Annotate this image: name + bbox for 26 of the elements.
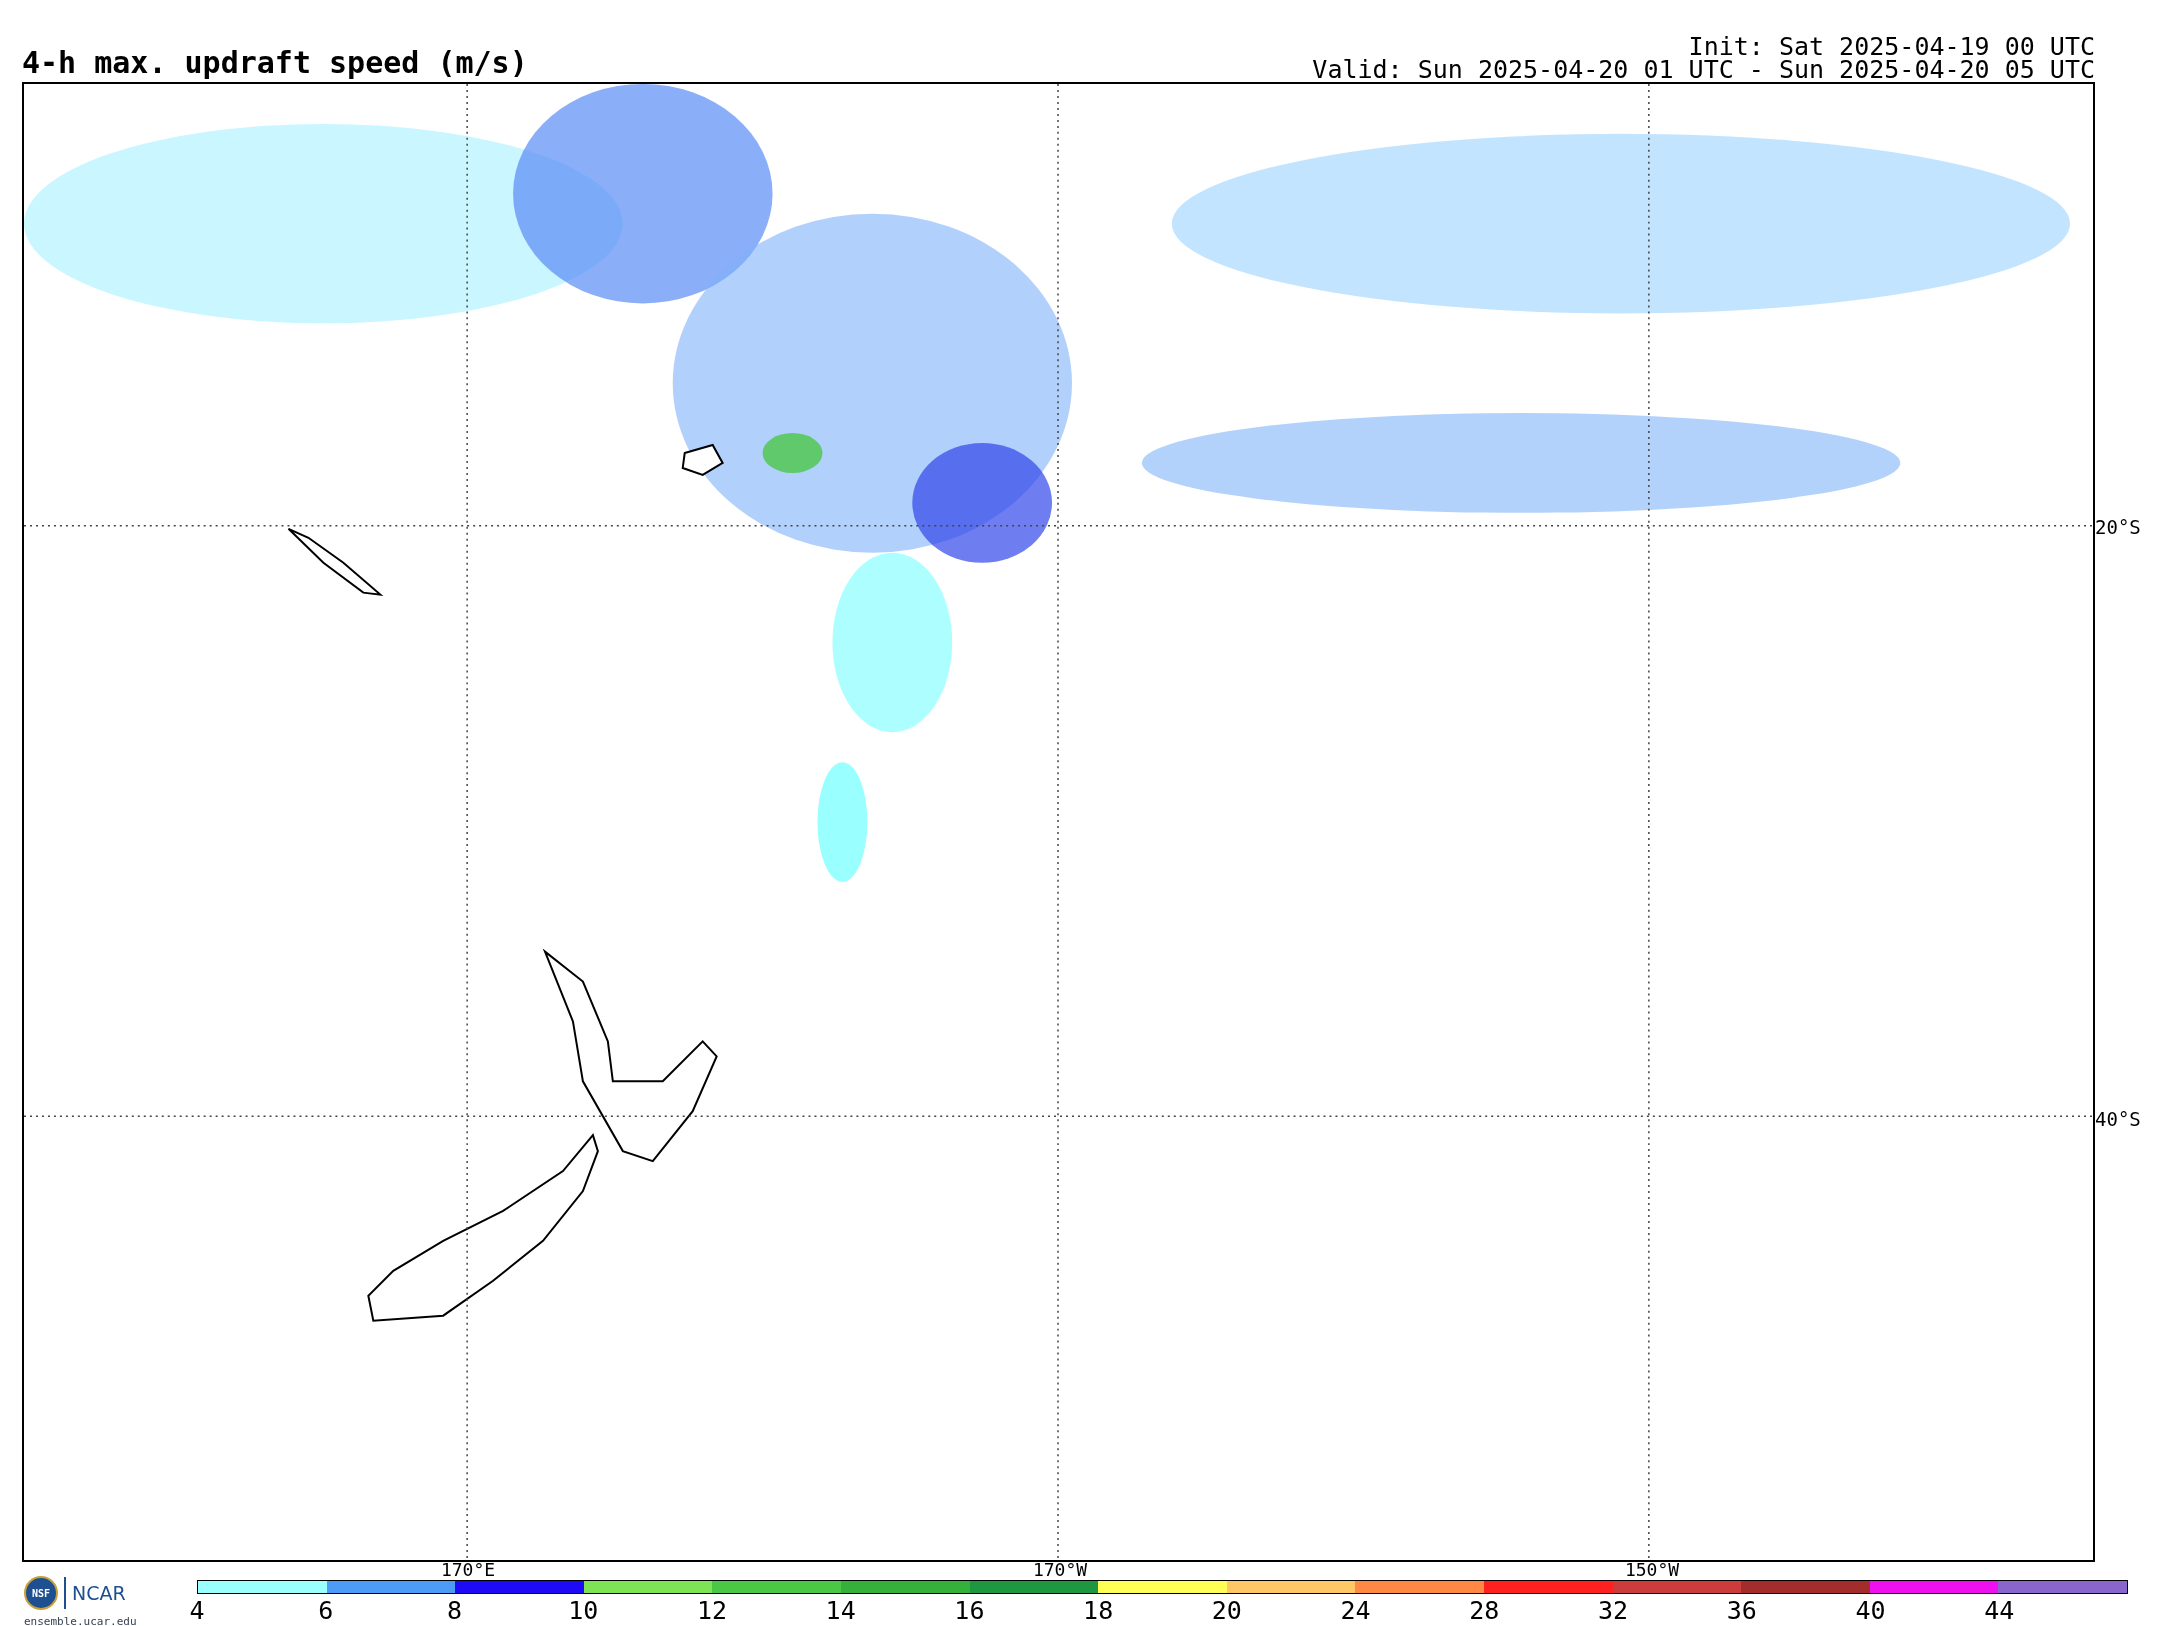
colorbar-tick-label: 8 (446, 1598, 462, 1623)
latitude-label: 20°S (2095, 518, 2141, 537)
init-time: Init: Sat 2025-04-19 00 UTC (1688, 35, 2095, 58)
longitude-label: 170°E (440, 1561, 496, 1579)
colorbar-tick-label: 12 (696, 1598, 727, 1623)
colorbar-tick-label: 16 (954, 1598, 985, 1623)
colorbar-tick-label: 18 (1083, 1598, 1114, 1623)
ncar-logo: NCAR (72, 1583, 126, 1603)
site-url: ensemble.ucar.edu (24, 1614, 138, 1626)
colorbar-tick-label: 4 (189, 1598, 205, 1623)
colorbar-tick-label: 36 (1726, 1598, 1757, 1623)
chart-title: 4-h max. updraft speed (m/s) (22, 48, 528, 82)
nsf-logo: NSF (24, 1576, 58, 1610)
colorbar-tick-label: 10 (568, 1598, 599, 1623)
colorbar-tick-label: 14 (825, 1598, 856, 1623)
longitude-label: 170°W (1032, 1561, 1088, 1579)
colorbar-tick-label: 32 (1598, 1598, 1629, 1623)
colorbar-tick-label: 6 (318, 1598, 334, 1623)
longitude-label: 150°W (1624, 1561, 1680, 1579)
valid-time: Valid: Sun 2025-04-20 01 UTC - Sun 2025-04-20 05 UTC (1312, 58, 2095, 81)
latitude-label: 40°S (2095, 1110, 2141, 1129)
colorbar-tick-label: 28 (1469, 1598, 1500, 1623)
colorbar-tick-label: 40 (1855, 1598, 1886, 1623)
colorbar-tick-label: 20 (1211, 1598, 1242, 1623)
colorbar-tick-label: 44 (1984, 1598, 2015, 1623)
colorbar-tick-label: 24 (1340, 1598, 1371, 1623)
